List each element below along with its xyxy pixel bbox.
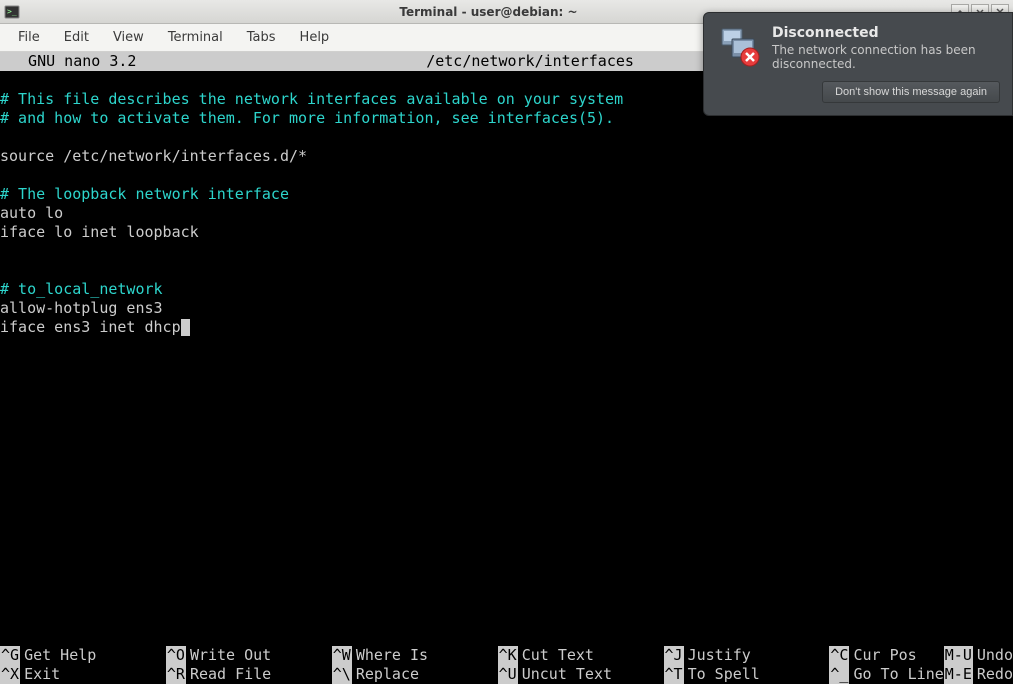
menu-tabs[interactable]: Tabs [237,27,286,48]
shortcut-exit: ^XExit [0,665,166,684]
terminal-area[interactable]: GNU nano 3.2 /etc/network/interfaces Mod… [0,52,1013,684]
editor-line: # The loopback network interface [0,185,289,203]
svg-text:>_: >_ [7,7,17,16]
nano-shortcuts: ^GGet Help ^OWrite Out ^WWhere Is ^KCut … [0,646,1013,684]
shortcut-get-help: ^GGet Help [0,646,166,665]
menu-edit[interactable]: Edit [54,27,99,48]
shortcut-to-spell: ^TTo Spell [664,665,830,684]
shortcut-go-to-line: ^_Go To Line M-ERedo [829,665,1013,684]
shortcut-where-is: ^WWhere Is [332,646,498,665]
editor-line: # This file describes the network interf… [0,90,623,108]
nano-app-name: GNU nano 3.2 [0,52,136,71]
terminal-app-icon: >_ [4,4,20,20]
notification-title: Disconnected [772,25,1000,41]
shortcut-write-out: ^OWrite Out [166,646,332,665]
editor-line: auto lo [0,204,63,222]
menu-help[interactable]: Help [290,27,340,48]
shortcut-read-file: ^RRead File [166,665,332,684]
editor-line: # and how to activate them. For more inf… [0,109,614,127]
shortcut-cut-text: ^KCut Text [498,646,664,665]
shortcut-justify: ^JJustify [664,646,830,665]
editor-line: source /etc/network/interfaces.d/* [0,147,307,165]
shortcut-cur-pos: ^CCur Pos M-UUndo [829,646,1013,665]
menu-terminal[interactable]: Terminal [158,27,233,48]
network-disconnected-icon [716,25,760,69]
editor-line: allow-hotplug ens3 [0,299,163,317]
dont-show-again-button[interactable]: Don't show this message again [822,81,1000,103]
notification-body: The network connection has been disconne… [772,43,1000,71]
shortcut-uncut-text: ^UUncut Text [498,665,664,684]
editor-line: iface ens3 inet dhcp [0,318,181,336]
editor-line: iface lo inet loopback [0,223,199,241]
network-notification: Disconnected The network connection has … [703,12,1013,116]
editor-line: # to_local_network [0,280,163,298]
menu-view[interactable]: View [103,27,154,48]
text-cursor [181,319,190,336]
menu-file[interactable]: File [8,27,50,48]
shortcut-replace: ^\Replace [332,665,498,684]
